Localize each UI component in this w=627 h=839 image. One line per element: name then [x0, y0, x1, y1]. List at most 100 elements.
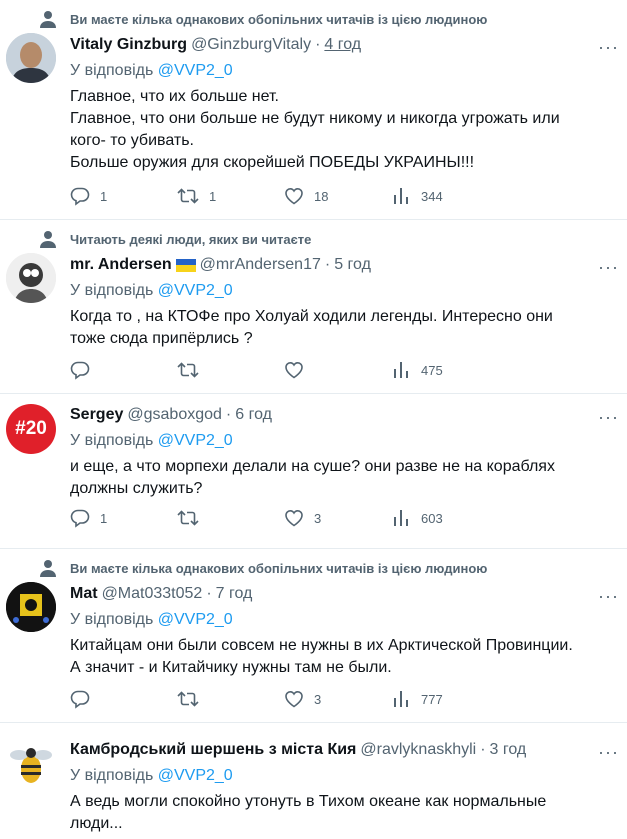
avatar[interactable]: [6, 253, 56, 303]
tweet[interactable]: Ви маєте кілька однакових обопільних чит…: [0, 0, 627, 220]
like-button[interactable]: 3: [284, 689, 391, 709]
text-line: кого- то убивать.: [70, 132, 194, 149]
separator-dot: ·: [324, 256, 331, 273]
timestamp[interactable]: 5 год: [334, 256, 371, 274]
more-options-icon[interactable]: ···: [598, 408, 619, 426]
more-options-icon[interactable]: ···: [598, 38, 619, 56]
heart-icon: [284, 360, 304, 380]
ukraine-flag-icon: [175, 258, 196, 272]
person-icon: [38, 230, 58, 248]
reply-icon: [70, 508, 90, 528]
tweet[interactable]: #20 Sergey @gsaboxgod · 6 год У відповід…: [0, 394, 627, 549]
reply-context: У відповідь @VVP2_0: [70, 430, 617, 452]
avatar[interactable]: #20: [6, 404, 56, 454]
text-line: А значит - и Китайчику нужны там не были…: [70, 659, 392, 676]
more-options-icon[interactable]: ···: [598, 258, 619, 276]
timestamp[interactable]: 7 год: [216, 585, 253, 603]
views-button[interactable]: 344: [391, 186, 498, 206]
user-handle[interactable]: @mrAndersen17: [200, 256, 321, 274]
view-count: 603: [421, 510, 443, 526]
mention-link[interactable]: @VVP2_0: [158, 282, 233, 299]
like-button[interactable]: 3: [284, 508, 391, 528]
like-count: 3: [314, 510, 322, 526]
timestamp[interactable]: 4 год: [324, 36, 361, 54]
more-options-icon[interactable]: ···: [598, 743, 619, 761]
views-icon: [391, 360, 411, 380]
reply-prefix: У відповідь: [70, 611, 154, 628]
separator-dot: ·: [206, 585, 212, 602]
reply-button[interactable]: [70, 360, 177, 380]
social-context: Ви маєте кілька однакових обопільних чит…: [38, 559, 487, 577]
views-button[interactable]: 777: [391, 689, 498, 709]
tweet[interactable]: Читають деякі люди, яких ви читаєте mr. …: [0, 220, 627, 394]
text-line: Главное, что их больше нет.: [70, 88, 279, 105]
social-context: Ви маєте кілька однакових обопільних чит…: [38, 10, 487, 28]
views-button[interactable]: 603: [391, 508, 498, 528]
views-icon: [391, 186, 411, 206]
text-line: тоже сюда припёрлись ?: [70, 330, 253, 347]
like-count: 18: [314, 188, 329, 204]
reply-count: 1: [100, 510, 108, 526]
reply-button[interactable]: [70, 689, 177, 709]
avatar-label: #20: [15, 418, 47, 439]
views-button[interactable]: 475: [391, 360, 498, 380]
reply-icon: [70, 360, 90, 380]
mention-link[interactable]: @VVP2_0: [158, 611, 233, 628]
like-button[interactable]: [284, 360, 391, 380]
user-handle[interactable]: @gsaboxgod: [127, 406, 222, 424]
tweet-text: Главное, что их больше нет. Главное, что…: [70, 86, 617, 174]
reply-button[interactable]: 1: [70, 186, 177, 206]
user-handle[interactable]: @Mat033t052: [102, 585, 203, 603]
social-context-text: Ви маєте кілька однакових обопільних чит…: [70, 11, 488, 27]
reply-button[interactable]: 1: [70, 508, 177, 528]
retweet-count: 1: [209, 188, 217, 204]
user-name[interactable]: Mat: [70, 585, 98, 603]
retweet-icon: [177, 508, 199, 528]
view-count: 344: [421, 188, 443, 204]
avatar[interactable]: [6, 582, 56, 632]
timestamp[interactable]: 3 год: [490, 741, 527, 759]
heart-icon: [284, 689, 304, 709]
retweet-button[interactable]: [177, 689, 284, 709]
retweet-button[interactable]: 1: [177, 186, 284, 206]
avatar[interactable]: [6, 739, 56, 789]
user-name[interactable]: mr. Andersen: [70, 256, 172, 274]
views-icon: [391, 508, 411, 528]
text-line: Китайцам они были совсем не нужны в их А…: [70, 637, 573, 654]
social-context: Читають деякі люди, яких ви читаєте: [38, 230, 311, 248]
reply-prefix: У відповідь: [70, 282, 154, 299]
mention-link[interactable]: @VVP2_0: [158, 767, 233, 784]
reply-context: У відповідь @VVP2_0: [70, 609, 617, 631]
avatar[interactable]: [6, 33, 56, 83]
tweet[interactable]: Камбродський шершень з міста Кия @ravlyk…: [0, 723, 627, 839]
view-count: 777: [421, 691, 443, 707]
reply-icon: [70, 186, 90, 206]
user-name[interactable]: Sergey: [70, 406, 123, 424]
reply-prefix: У відповідь: [70, 62, 154, 79]
tweet[interactable]: Ви маєте кілька однакових обопільних чит…: [0, 549, 627, 723]
mention-link[interactable]: @VVP2_0: [158, 432, 233, 449]
retweet-button[interactable]: [177, 360, 284, 380]
timestamp[interactable]: 6 год: [235, 406, 272, 424]
reply-icon: [70, 689, 90, 709]
text-line: должны служить?: [70, 480, 203, 497]
user-handle[interactable]: @GinzburgVitaly: [191, 36, 311, 54]
more-options-icon[interactable]: ···: [598, 587, 619, 605]
separator-dot: ·: [225, 406, 232, 423]
tweet-text: А ведь могли спокойно утонуть в Тихом ок…: [70, 791, 617, 835]
user-name[interactable]: Vitaly Ginzburg: [70, 36, 187, 54]
view-count: 475: [421, 362, 443, 378]
separator-dot: ·: [480, 741, 486, 758]
person-icon: [38, 559, 58, 577]
retweet-icon: [177, 689, 199, 709]
retweet-button[interactable]: [177, 508, 284, 528]
mention-link[interactable]: @VVP2_0: [158, 62, 233, 79]
text-line: Больше оружия для скорейшей ПОБЕДЫ УКРАИ…: [70, 154, 475, 171]
user-name[interactable]: Камбродський шершень з міста Кия: [70, 741, 356, 759]
user-handle[interactable]: @ravlyknaskhyli: [360, 741, 476, 759]
social-context-text: Читають деякі люди, яких ви читаєте: [70, 231, 312, 247]
tweet-text: и еще, а что морпехи делали на суше? они…: [70, 456, 617, 500]
like-button[interactable]: 18: [284, 186, 391, 206]
reply-count: 1: [100, 188, 108, 204]
reply-prefix: У відповідь: [70, 767, 154, 784]
